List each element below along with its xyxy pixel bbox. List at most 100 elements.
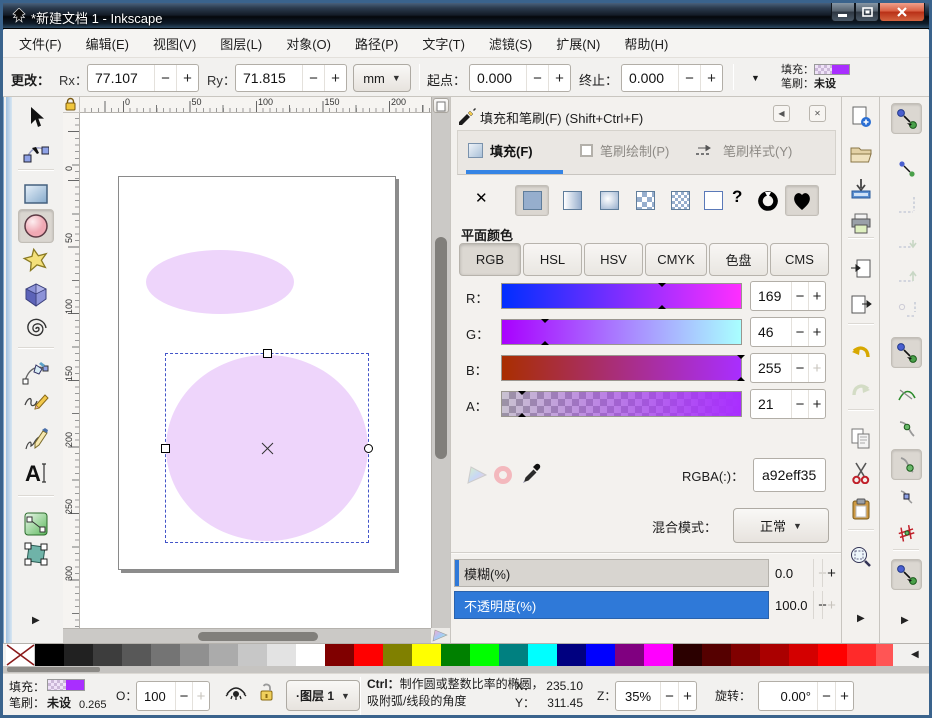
commands-overflow-button[interactable]: ▶ — [857, 613, 865, 624]
palette-swatch[interactable] — [180, 644, 209, 666]
palette-swatch[interactable] — [818, 644, 847, 666]
save-document-button[interactable] — [849, 177, 873, 201]
end-decrement-button[interactable]: − — [678, 65, 700, 91]
fill-rule-nonzero-button[interactable] — [785, 185, 819, 216]
mode-tab-rgb[interactable]: RGB — [459, 243, 521, 276]
new-document-button[interactable] — [849, 105, 873, 129]
palette-swatch[interactable] — [267, 644, 296, 666]
snap-bbox-center-toggle[interactable] — [891, 293, 922, 324]
end-spinbox[interactable]: 0.000 − + — [621, 64, 723, 92]
fill-swatch-button[interactable] — [663, 185, 697, 216]
mode-tab-hsl[interactable]: HSL — [523, 243, 582, 276]
page-scroll-button[interactable] — [433, 98, 449, 113]
v-scrollbar-thumb[interactable] — [435, 237, 447, 459]
rx-decrement-button[interactable]: − — [154, 65, 176, 91]
snap-nodes-toggle[interactable] — [891, 337, 922, 368]
tab-stroke-paint[interactable]: 笔刷绘制(P) — [580, 131, 669, 170]
toolbox-overflow-button[interactable]: ▶ — [32, 615, 40, 626]
palette-swatch[interactable] — [412, 644, 441, 666]
snap-path-curve-toggle[interactable] — [891, 379, 922, 410]
cut-button[interactable] — [849, 461, 873, 485]
left-handle[interactable] — [161, 444, 170, 453]
blend-mode-dropdown[interactable]: 正常▼ — [733, 508, 829, 543]
calligraphy-tool[interactable] — [18, 422, 54, 456]
snap-path-intersection-toggle[interactable] — [891, 481, 922, 512]
zoom-spinbox[interactable]: 35% − + — [615, 681, 697, 711]
fill-unset-button[interactable]: ? — [732, 187, 742, 207]
fill-rule-evenodd-button[interactable] — [753, 185, 783, 216]
pencil-tool[interactable] — [18, 387, 54, 421]
g-spinbox[interactable]: 46 − + — [750, 317, 826, 347]
print-button[interactable] — [849, 211, 873, 235]
palette-swatch[interactable] — [499, 644, 528, 666]
open-document-button[interactable] — [849, 142, 873, 166]
palette-swatch[interactable] — [238, 644, 267, 666]
palette-swatch[interactable] — [296, 644, 325, 666]
small-ellipse-shape[interactable] — [146, 250, 294, 314]
fill-linear-gradient-button[interactable] — [555, 185, 589, 216]
h-scrollbar[interactable] — [63, 628, 431, 643]
rgba-input[interactable]: a92eff35 — [753, 458, 826, 492]
a-decrement-button[interactable]: − — [791, 390, 808, 418]
star-tool[interactable] — [18, 243, 54, 277]
options-dropdown[interactable]: ▼ — [751, 73, 760, 83]
fill-radial-gradient-button[interactable] — [592, 185, 626, 216]
close-button[interactable] — [879, 3, 925, 22]
blur-slider[interactable]: 模糊(%) — [454, 559, 769, 587]
snap-bbox-toggle[interactable] — [891, 153, 922, 184]
stroke-indicator[interactable]: 笔刷：未设 — [781, 78, 836, 91]
g-decrement-button[interactable]: − — [791, 318, 808, 346]
menu-item[interactable]: 文件(F) — [7, 30, 74, 57]
top-handle[interactable] — [263, 349, 272, 358]
palette-swatch[interactable] — [673, 644, 702, 666]
tab-stroke-style[interactable]: 笔刷样式(Y) — [696, 131, 792, 170]
rectangle-tool[interactable] — [18, 177, 54, 211]
blur-value[interactable]: 0.0 — [771, 559, 813, 587]
mode-tab-wheel[interactable]: 色盘 — [709, 243, 768, 276]
ry-increment-button[interactable]: + — [324, 65, 346, 91]
paste-button[interactable] — [849, 497, 873, 521]
a-spinbox[interactable]: 21 − + — [750, 389, 826, 419]
end-increment-button[interactable]: + — [700, 65, 722, 91]
spiral-tool[interactable] — [18, 312, 54, 346]
h-scrollbar-thumb[interactable] — [198, 632, 318, 641]
palette-swatch[interactable] — [64, 644, 93, 666]
layer-selector-dropdown[interactable]: ·图层 1▼ — [286, 680, 360, 711]
center-mark[interactable] — [261, 442, 274, 455]
fill-pattern-button[interactable] — [628, 185, 662, 216]
mode-tab-cmyk[interactable]: CMYK — [645, 243, 707, 276]
snap-bbox-corner-toggle[interactable] — [891, 225, 922, 256]
dock-close-button[interactable]: ✕ — [809, 105, 826, 122]
dock-collapse-button[interactable]: ◀ — [773, 105, 790, 122]
statusbar-stroke-value[interactable]: 未设 — [47, 694, 71, 711]
node-editor-tool[interactable] — [18, 134, 54, 168]
start-increment-button[interactable]: + — [548, 65, 570, 91]
blur-increment-button[interactable]: + — [822, 559, 840, 587]
statusbar-fill-swatch[interactable] — [47, 679, 85, 691]
snap-overflow-button[interactable]: ▶ — [901, 615, 909, 626]
g-slider[interactable] — [501, 319, 742, 345]
palette-swatch[interactable] — [789, 644, 818, 666]
a-slider[interactable] — [501, 391, 742, 417]
fill-flat-button[interactable] — [515, 185, 549, 216]
opacity-value[interactable]: 100.0 — [771, 591, 813, 619]
palette-swatch[interactable] — [441, 644, 470, 666]
palette-scrollbar[interactable] — [3, 666, 929, 673]
layer-lock-icon[interactable] — [258, 682, 275, 705]
zoom-drawing-button[interactable] — [849, 545, 873, 569]
r-spinbox[interactable]: 169 − + — [750, 281, 826, 311]
pen-tool[interactable] — [18, 355, 54, 389]
start-spinbox[interactable]: 0.000 − + — [469, 64, 571, 92]
gradient-tool[interactable] — [18, 507, 54, 541]
redo-button[interactable] — [849, 378, 873, 402]
eyedropper-icon[interactable] — [521, 463, 541, 490]
h-ruler[interactable]: 050100150200 — [80, 97, 431, 113]
opacity-inc-button[interactable]: + — [192, 682, 209, 710]
menu-item[interactable]: 编辑(E) — [74, 30, 141, 57]
v-ruler[interactable]: 050100150200250300 — [63, 113, 80, 628]
snap-bbox-edge-midpoint-toggle[interactable] — [891, 259, 922, 290]
export-button[interactable] — [849, 293, 873, 317]
palette-swatch[interactable] — [615, 644, 644, 666]
palette-swatch[interactable] — [760, 644, 789, 666]
snap-to-path-toggle[interactable] — [891, 449, 922, 480]
